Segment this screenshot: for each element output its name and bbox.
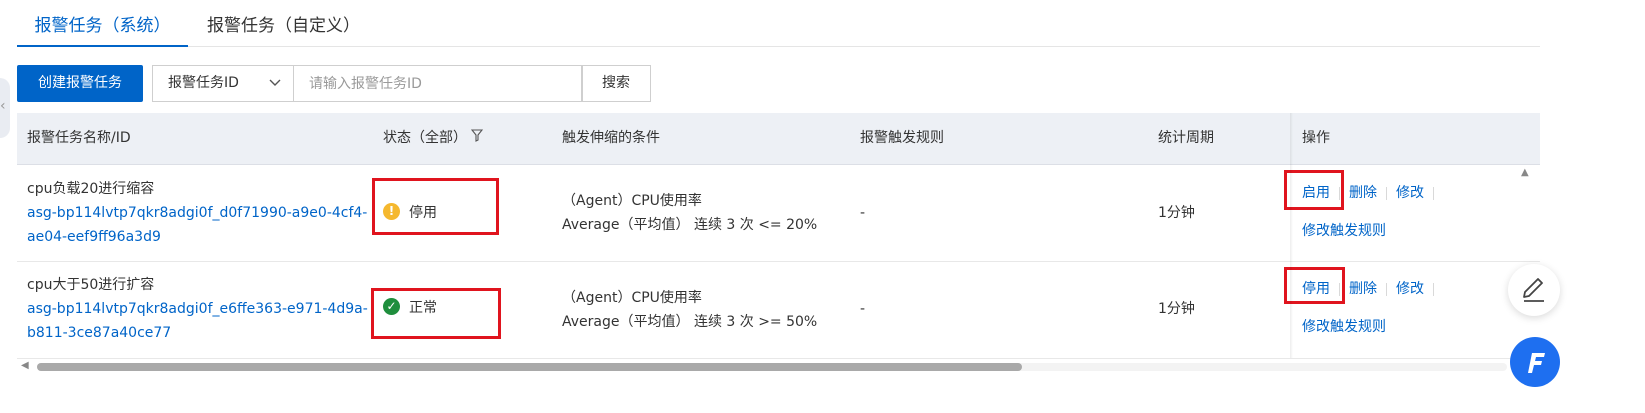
task-id-link[interactable]: asg-bp114lvtp7qkr8adgi0f_d0f71990-a9e0-4… bbox=[27, 201, 367, 225]
search-input[interactable] bbox=[294, 66, 582, 101]
search-field-select[interactable]: 报警任务ID bbox=[152, 65, 294, 102]
task-id-link-cont[interactable]: b811-3ce87a40ce77 bbox=[27, 321, 368, 345]
condition-cell: （Agent）CPU使用率 Average（平均值） 连续 3 次 <= 20% bbox=[562, 189, 817, 237]
scroll-left-arrow[interactable]: ◀ bbox=[21, 360, 29, 371]
tab-custom-alarm[interactable]: 报警任务（自定义） bbox=[207, 0, 360, 45]
divider bbox=[1433, 186, 1434, 200]
task-name: cpu负载20进行缩容 bbox=[27, 181, 155, 197]
header-condition: 触发伸缩的条件 bbox=[562, 130, 660, 146]
filter-icon[interactable] bbox=[470, 113, 484, 164]
task-id-link[interactable]: asg-bp114lvtp7qkr8adgi0f_e6ffe363-e971-4… bbox=[27, 297, 368, 321]
period-cell: 1分钟 bbox=[1158, 301, 1195, 317]
highlight-box bbox=[1284, 267, 1345, 304]
edit-rule-link-text[interactable]: 修改触发规则 bbox=[1302, 223, 1386, 239]
floating-edit-button[interactable] bbox=[1508, 264, 1560, 316]
divider bbox=[1386, 186, 1387, 200]
create-alarm-task-button[interactable]: 创建报警任务 bbox=[17, 65, 143, 102]
divider bbox=[1386, 282, 1387, 296]
table-row: cpu大于50进行扩容 asg-bp114lvtp7qkr8adgi0f_e6f… bbox=[17, 262, 1540, 359]
divider bbox=[1433, 282, 1434, 296]
header-name: 报警任务名称/ID bbox=[27, 130, 131, 146]
delete-link[interactable]: 删除 bbox=[1349, 281, 1377, 297]
task-id-link-cont[interactable]: ae04-eef9ff96a3d9 bbox=[27, 225, 367, 249]
edit-rule-link-text[interactable]: 修改触发规则 bbox=[1302, 319, 1386, 335]
tab-bar: 报警任务（系统） 报警任务（自定义） bbox=[17, 0, 1540, 47]
table-row: cpu负载20进行缩容 asg-bp114lvtp7qkr8adgi0f_d0f… bbox=[17, 165, 1540, 262]
header-status-label: 状态（全部） bbox=[383, 130, 467, 146]
task-name: cpu大于50进行扩容 bbox=[27, 277, 155, 293]
edit-link[interactable]: 修改 bbox=[1396, 281, 1424, 297]
condition-expression: Average（平均值） 连续 3 次 >= 50% bbox=[562, 314, 818, 330]
search-button[interactable]: 搜索 bbox=[581, 65, 651, 102]
alarm-task-table: 报警任务名称/ID 状态（全部） 触发伸缩的条件 报警触发规则 统计周期 操作 … bbox=[17, 113, 1540, 359]
ops-column-shadow bbox=[1290, 113, 1293, 358]
condition-cell: （Agent）CPU使用率 Average（平均值） 连续 3 次 >= 50% bbox=[562, 286, 817, 334]
brand-logo-icon bbox=[1510, 353, 1560, 391]
edit-rule-link[interactable]: 修改触发规则 bbox=[1302, 315, 1386, 339]
period-cell: 1分钟 bbox=[1158, 205, 1195, 221]
edit-icon bbox=[1508, 278, 1560, 320]
header-period: 统计周期 bbox=[1158, 130, 1214, 146]
task-name-cell: cpu大于50进行扩容 asg-bp114lvtp7qkr8adgi0f_e6f… bbox=[27, 273, 368, 345]
edit-rule-link[interactable]: 修改触发规则 bbox=[1302, 219, 1386, 243]
highlight-box bbox=[371, 288, 501, 339]
condition-metric: （Agent）CPU使用率 bbox=[562, 193, 702, 209]
horizontal-scrollbar[interactable]: ◀ ▶ bbox=[17, 360, 1540, 374]
edit-link[interactable]: 修改 bbox=[1396, 185, 1424, 201]
header-status[interactable]: 状态（全部） bbox=[383, 113, 484, 164]
condition-metric: （Agent）CPU使用率 bbox=[562, 290, 702, 306]
highlight-box bbox=[1284, 170, 1344, 210]
table-header: 报警任务名称/ID 状态（全部） 触发伸缩的条件 报警触发规则 统计周期 操作 bbox=[17, 113, 1540, 165]
chevron-left-icon: ‹ bbox=[0, 98, 6, 114]
rule-cell: - bbox=[860, 301, 866, 317]
tab-system-alarm[interactable]: 报警任务（系统） bbox=[17, 0, 188, 47]
highlight-box bbox=[372, 178, 499, 235]
floating-assistant-button[interactable] bbox=[1510, 337, 1560, 387]
header-ops: 操作 bbox=[1302, 130, 1330, 146]
task-name-cell: cpu负载20进行缩容 asg-bp114lvtp7qkr8adgi0f_d0f… bbox=[27, 177, 367, 249]
header-rule: 报警触发规则 bbox=[860, 130, 944, 146]
scroll-up-arrow[interactable]: ▲ bbox=[1521, 167, 1529, 178]
search-field-label: 报警任务ID bbox=[168, 75, 239, 91]
side-collapse-handle[interactable]: ‹ bbox=[0, 78, 10, 138]
scroll-thumb[interactable] bbox=[37, 363, 1022, 371]
condition-expression: Average（平均值） 连续 3 次 <= 20% bbox=[562, 217, 818, 233]
chevron-down-icon bbox=[268, 66, 282, 115]
delete-link[interactable]: 删除 bbox=[1349, 185, 1377, 201]
rule-cell: - bbox=[860, 205, 866, 221]
search-input-wrapper bbox=[293, 65, 583, 102]
